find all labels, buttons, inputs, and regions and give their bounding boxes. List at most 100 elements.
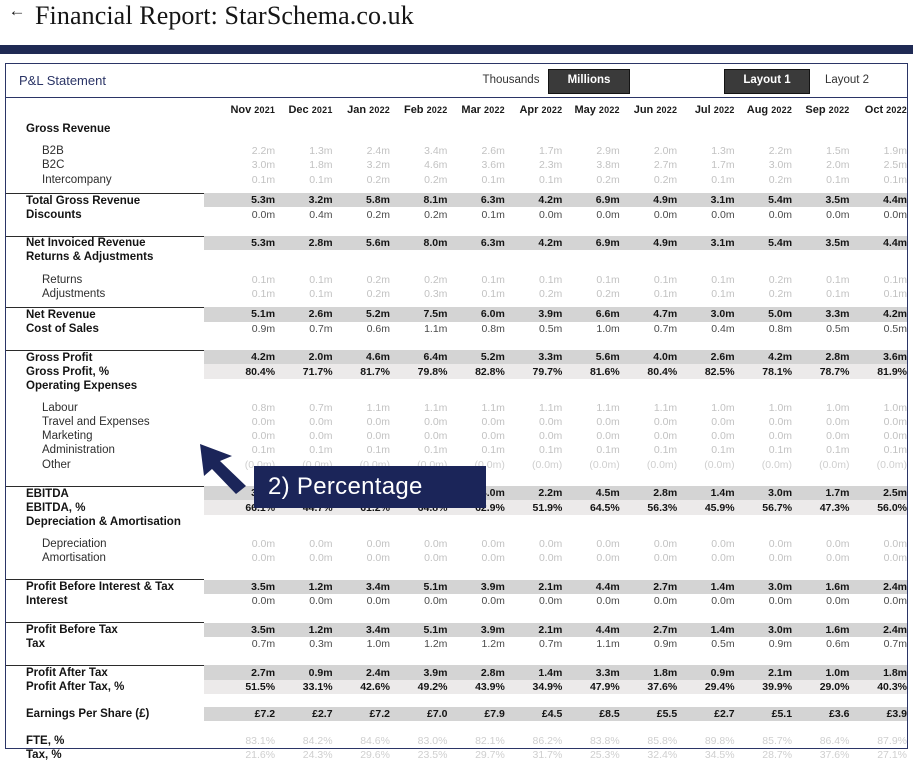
cell-value: 0.2m — [366, 287, 390, 300]
row-spacer — [6, 222, 907, 230]
cell-value: 0.0m — [366, 552, 390, 565]
cell-value — [849, 515, 907, 529]
cell-value: 64.5% — [562, 500, 620, 515]
cell-value: 0.1m — [883, 273, 907, 286]
cell-value: 29.4% — [677, 679, 735, 694]
cell-value: 4.6m — [424, 159, 448, 172]
back-arrow-icon[interactable]: ← — [6, 2, 28, 20]
cell-value: 3.5m — [792, 193, 850, 208]
cell-value: 0.1m — [251, 173, 276, 186]
cell-value: 3.3m — [792, 307, 850, 322]
row-spacer — [6, 265, 907, 273]
cell-value — [677, 379, 734, 393]
cell-value — [204, 250, 275, 264]
row-label: Profit After Tax, % — [26, 680, 125, 693]
cell-value: 0.5m — [883, 322, 907, 335]
cell-value: 0.0m — [711, 416, 735, 429]
table-row: B2C 3.0m 1.8m 3.2m 4.6m 3.6m 2.3m 3.8m 2.7m 1.7m 3… — [6, 158, 907, 172]
cell-value: 0.2m — [653, 173, 678, 186]
cell-value: (0.0m) — [646, 458, 678, 471]
layout-toggle-1[interactable]: Layout 1 — [724, 69, 810, 94]
cell-value: 49.2% — [389, 679, 448, 694]
cell-value: 80.4% — [203, 364, 276, 379]
row-label: Operating Expenses — [26, 379, 138, 392]
cell-value: 85.7% — [762, 735, 793, 748]
cell-value: 0.4m — [309, 208, 333, 221]
cell-value: 6.9m — [562, 193, 620, 208]
row-label: EBITDA, % — [26, 501, 86, 514]
cell-value: 3.5m — [203, 622, 276, 637]
cell-value: 82.1% — [475, 735, 505, 748]
cell-value — [204, 122, 275, 136]
cell-value: 0.0m — [653, 594, 678, 607]
cell-value: 0.2m — [366, 173, 390, 186]
cell-value: 0.0m — [481, 416, 505, 429]
cell-value: 8.1m — [389, 193, 448, 208]
cell-value: 0.2m — [424, 273, 448, 286]
cell-value: 1.4m — [677, 486, 735, 501]
cell-value: 5.4m — [734, 193, 793, 208]
cell-value: 89.8% — [704, 735, 735, 748]
cell-value: 5.3m — [203, 193, 276, 208]
table-row: Earnings Per Share (£) £7.2 £2.7 £7.2 £7.0 £7… — [6, 706, 907, 721]
cell-value — [390, 122, 447, 136]
cell-value: 2.5m — [849, 486, 907, 501]
cell-value: 51.5% — [203, 679, 276, 694]
cell-value: 0.0m — [711, 594, 735, 607]
cell-value: 5.1m — [203, 307, 276, 322]
cell-value: 3.4m — [332, 579, 390, 594]
cell-value: 28.7% — [762, 749, 793, 762]
column-header-jun-2022: Jun 2022 — [633, 104, 678, 116]
cell-value: 0.0m — [424, 430, 448, 443]
cell-value: 3.2m — [366, 159, 390, 172]
row-spacer-cell — [6, 222, 907, 230]
cell-value: 0.0m — [366, 594, 390, 607]
cell-value: 1.0m — [826, 401, 850, 414]
cell-value: 86.4% — [819, 735, 850, 748]
cell-value: 43.9% — [447, 679, 505, 694]
row-spacer-cell — [6, 136, 907, 144]
cell-value: 0.1m — [711, 173, 735, 186]
cell-value: 83.1% — [245, 735, 276, 748]
row-label: Gross Profit, % — [26, 365, 110, 378]
cell-value: 1.4m — [677, 622, 735, 637]
cell-value — [390, 515, 447, 529]
cell-value: 2.0m — [826, 159, 850, 172]
cell-value: 4.4m — [849, 193, 907, 208]
cell-value: 0.0m — [596, 208, 620, 221]
row-label: Returns — [42, 273, 83, 286]
cell-value: 0.1m — [883, 287, 907, 300]
cell-value: 80.4% — [619, 364, 678, 379]
row-label: Intercompany — [42, 173, 112, 186]
cell-value: 4.6m — [332, 350, 390, 365]
cell-value: 56.7% — [734, 500, 793, 515]
layout-toggle-2[interactable]: Layout 2 — [812, 69, 882, 92]
cell-value: 3.9m — [504, 307, 563, 322]
cell-value: 87.9% — [877, 735, 907, 748]
cell-value: 0.0m — [366, 430, 390, 443]
cell-value: 0.2m — [768, 273, 793, 286]
table-row: Depreciation & Amortisation — [6, 515, 907, 529]
cell-value: £7.2 — [332, 706, 390, 721]
cell-value: 1.8m — [309, 159, 333, 172]
cell-value: 3.5m — [792, 236, 850, 251]
cell-value: 3.9m — [447, 579, 505, 594]
cell-value: 0.0m — [711, 208, 735, 221]
cell-value: 4.7m — [619, 307, 678, 322]
unit-toggle-millions[interactable]: Millions — [548, 69, 630, 94]
table-row: Administration 0.1m 0.1m 0.1m 0.1m 0.1m 0.1m 0.… — [6, 443, 907, 457]
cell-value: 0.0m — [826, 537, 850, 550]
cell-value: 2.4m — [849, 579, 907, 594]
unit-toggle-thousands[interactable]: Thousands — [475, 69, 547, 92]
cell-value: 29.7% — [475, 749, 505, 762]
cell-value: 1.2m — [275, 622, 333, 637]
cell-value: 5.1m — [389, 622, 448, 637]
cell-value: 0.9m — [653, 637, 678, 650]
cell-value: 2.7m — [619, 622, 678, 637]
cell-value — [792, 122, 849, 136]
table-row: Operating Expenses — [6, 379, 907, 393]
cell-value: 0.0m — [309, 416, 333, 429]
cell-value: 3.2m — [275, 193, 333, 208]
cell-value: 0.0m — [883, 430, 907, 443]
table-row: Tax 0.7m 0.3m 1.0m 1.2m 1.2m 0.7m 1.1m 0.9m 0.5m 0… — [6, 637, 907, 651]
